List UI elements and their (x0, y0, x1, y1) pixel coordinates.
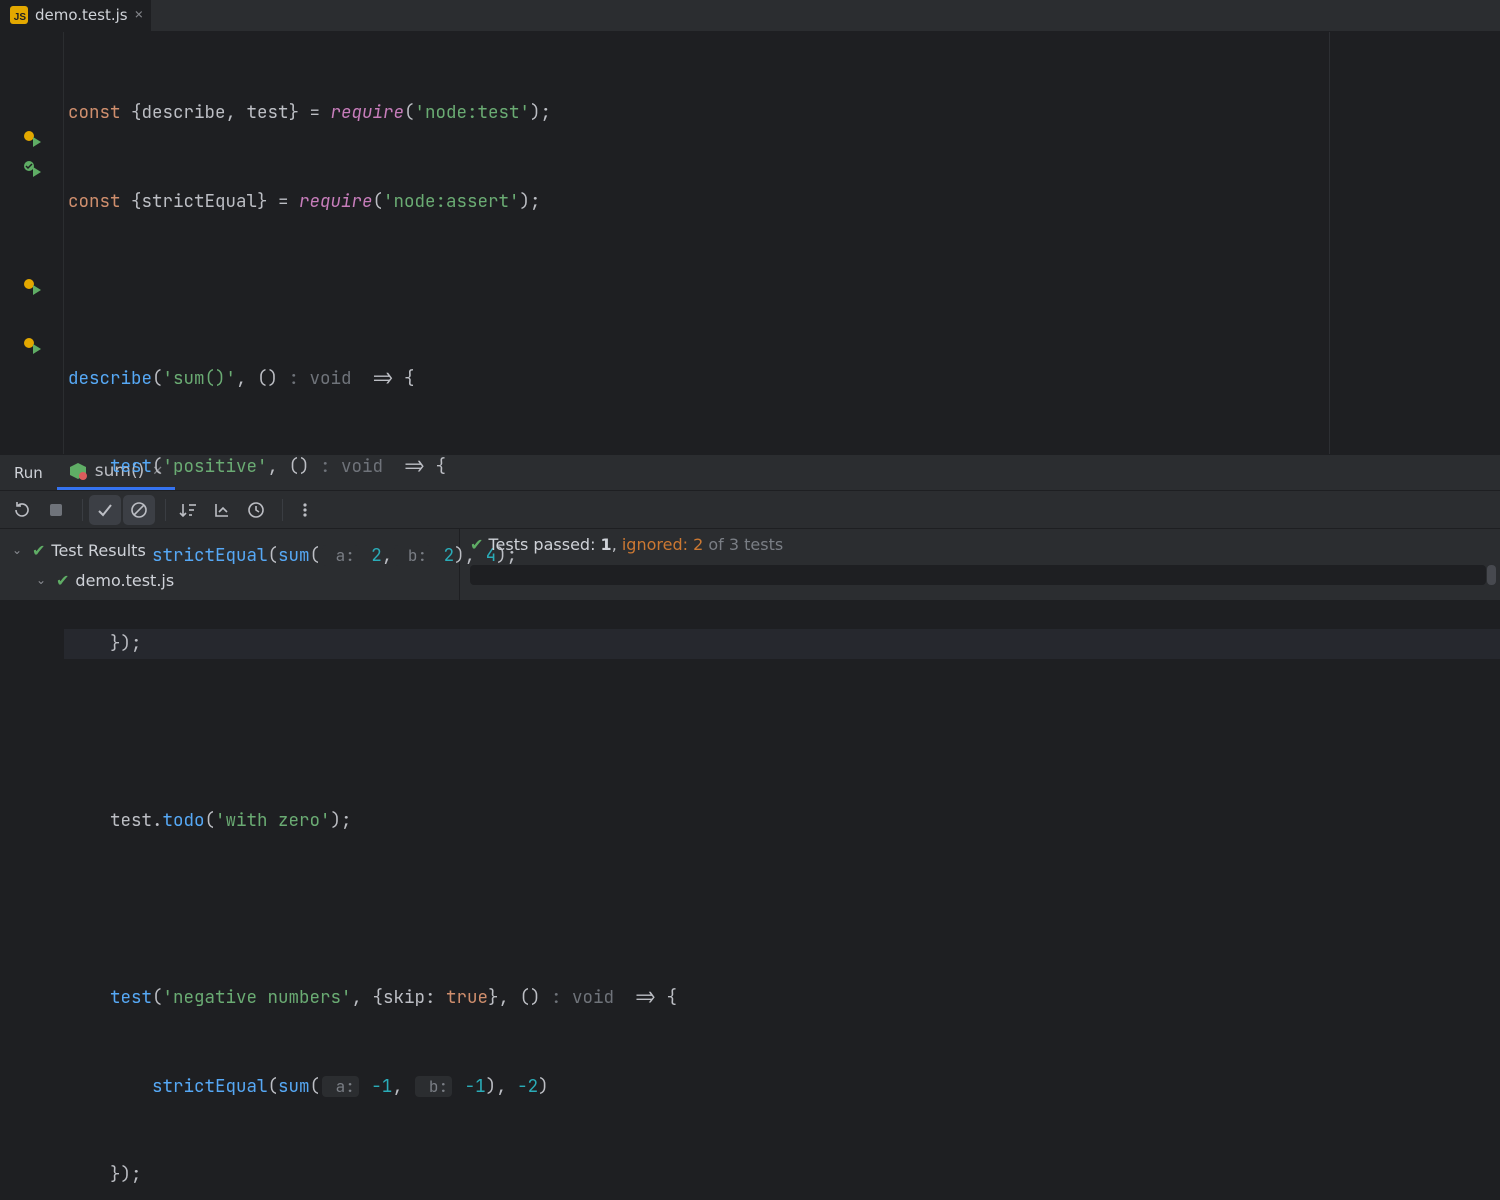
chevron-down-icon[interactable]: ⌄ (36, 573, 50, 587)
describe-call: describe (68, 367, 152, 390)
rerun-button[interactable] (6, 495, 38, 525)
param-hint: b: (394, 545, 431, 566)
code-editor[interactable]: const {describe, test} = require('node:t… (0, 32, 1500, 454)
output-console-area[interactable] (470, 565, 1486, 585)
run-test-gutter-icon[interactable] (22, 277, 42, 297)
pass-check-icon: ✔ (32, 541, 45, 560)
run-test-gutter-icon-passed[interactable] (22, 159, 42, 179)
param-hint: a: (322, 545, 359, 566)
toolwin-title[interactable]: Run (0, 455, 57, 490)
editor-tabbar: JS demo.test.js ✕ (0, 0, 1500, 32)
param-hint: a: (322, 1076, 359, 1097)
todo-call: todo (163, 809, 205, 832)
test-output[interactable]: ✔ Tests passed: 1, ignored: 2 of 3 tests (460, 529, 1500, 600)
code-area[interactable]: const {describe, test} = require('node:t… (64, 32, 1500, 454)
param-hint: b: (415, 1076, 452, 1097)
keyword-const: const (68, 190, 131, 213)
output-passed-label: Tests passed: (489, 535, 601, 554)
file-tab-demo-test-js[interactable]: JS demo.test.js ✕ (0, 0, 151, 31)
output-passed-count: 1 (601, 535, 612, 554)
require-call: require (299, 190, 373, 213)
node-test-config-icon (69, 462, 87, 480)
type-hint: : void (551, 986, 614, 1009)
keyword-const: const (68, 101, 131, 124)
scrollbar-thumb[interactable] (1487, 565, 1496, 585)
run-test-gutter-icon[interactable] (22, 129, 42, 149)
chevron-down-icon[interactable]: ⌄ (12, 543, 26, 557)
close-tab-icon[interactable]: ✕ (135, 6, 143, 24)
file-tab-label: demo.test.js (35, 6, 128, 24)
output-ignored: ignored: 2 (622, 535, 703, 554)
require-call: require (331, 101, 405, 124)
test-call: test (110, 455, 152, 478)
output-total: of 3 tests (703, 535, 783, 554)
run-test-gutter-icon[interactable] (22, 336, 42, 356)
test-call: test (110, 986, 152, 1009)
pass-check-icon: ✔ (470, 535, 489, 554)
type-hint: : void (289, 367, 352, 390)
editor-gutter (0, 32, 64, 454)
type-hint: : void (320, 455, 383, 478)
js-file-icon: JS (10, 6, 28, 24)
